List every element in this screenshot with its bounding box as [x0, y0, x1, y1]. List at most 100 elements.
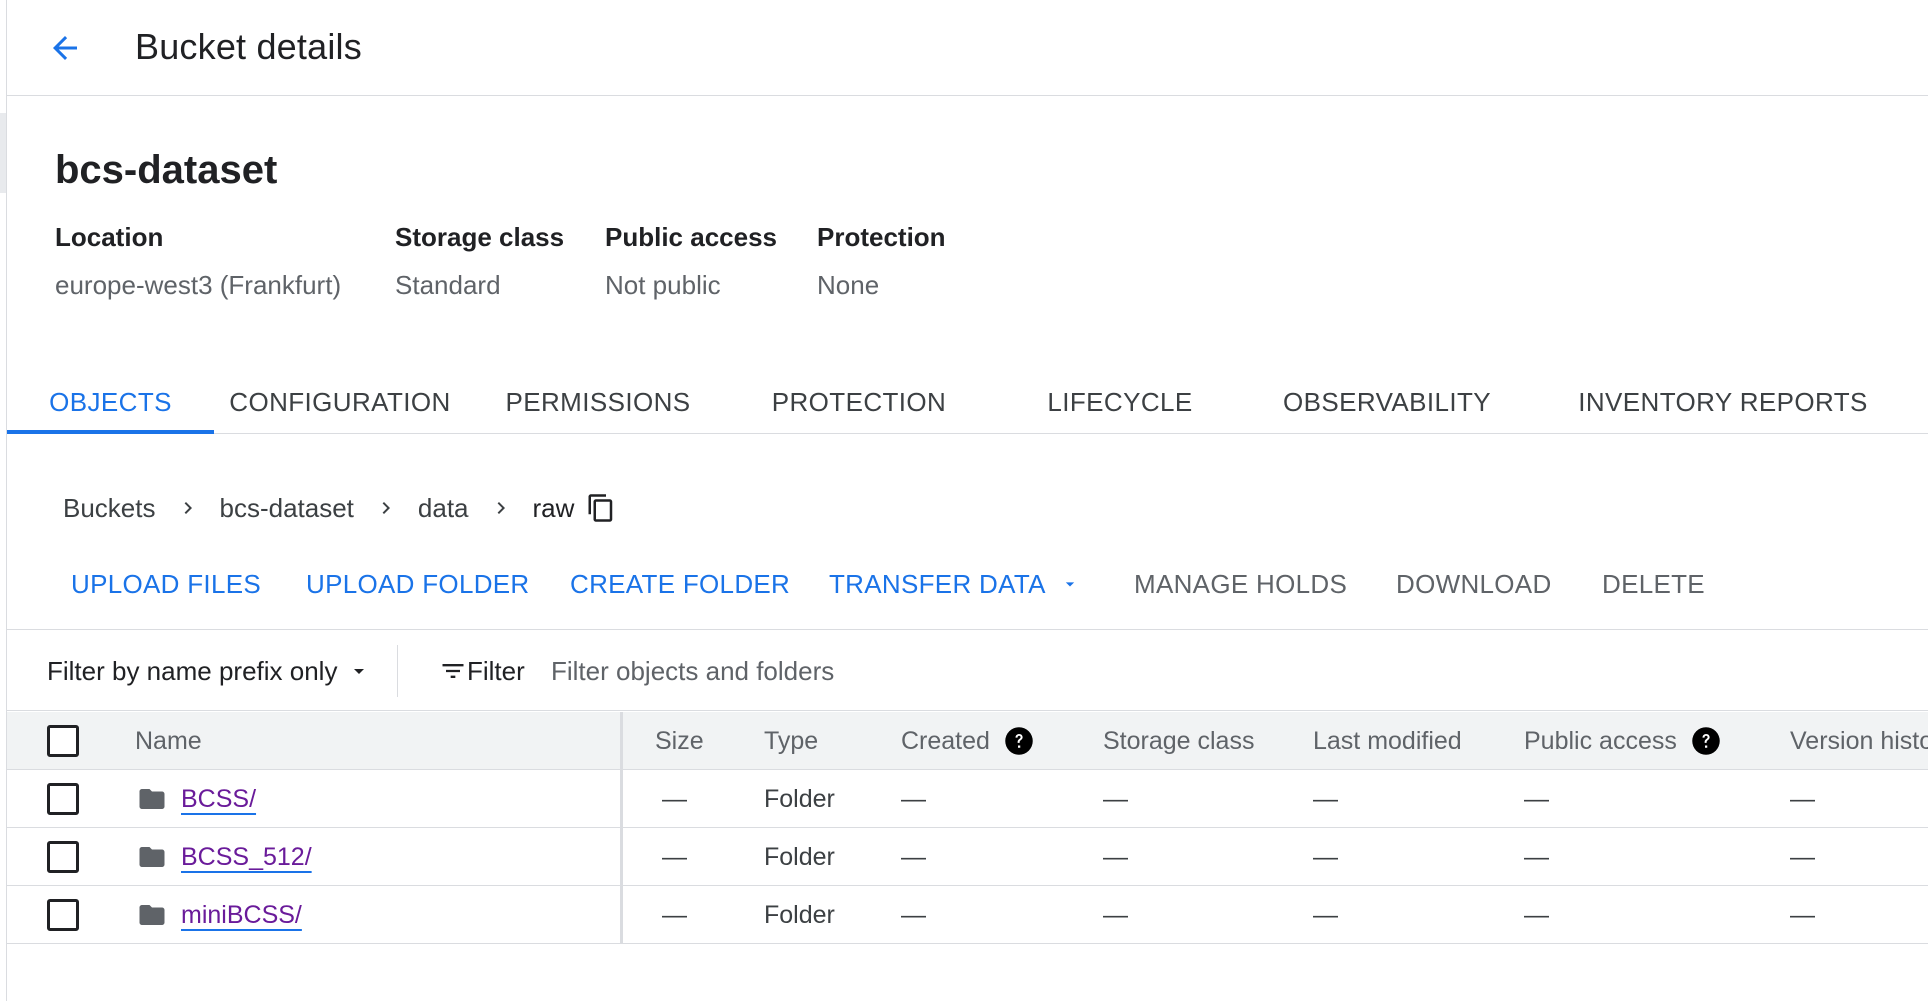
- bucket-details-page: Bucket details bcs-dataset Location euro…: [7, 0, 1928, 1001]
- tab-bar: OBJECTS CONFIGURATION PERMISSIONS PROTEC…: [7, 370, 1928, 434]
- column-header-storage-class[interactable]: Storage class: [1103, 712, 1254, 770]
- tab-inventory-reports[interactable]: INVENTORY REPORTS: [1577, 370, 1869, 434]
- version-history-cell: —: [1790, 900, 1815, 929]
- select-all-checkbox[interactable]: [47, 725, 79, 757]
- arrow-back-icon: [53, 36, 77, 60]
- help-icon[interactable]: [1004, 726, 1034, 756]
- left-nav-rail: [0, 0, 7, 1001]
- meta-public-access: Public access Not public: [605, 222, 777, 301]
- copy-path-button[interactable]: [586, 493, 616, 523]
- table-row[interactable]: BCSS/ — Folder — — — — —: [7, 770, 1928, 828]
- column-header-created[interactable]: Created: [901, 712, 1034, 770]
- meta-storage-class: Storage class Standard: [395, 222, 564, 301]
- type-cell: Folder: [764, 842, 835, 871]
- storage-class-cell: —: [1103, 842, 1128, 871]
- last-modified-cell: —: [1313, 842, 1338, 871]
- back-button[interactable]: [39, 22, 91, 74]
- page-title: Bucket details: [135, 26, 362, 67]
- storage-class-cell: —: [1103, 784, 1128, 813]
- meta-value: europe-west3 (Frankfurt): [55, 270, 342, 300]
- transfer-data-button[interactable]: TRANSFER DATA: [829, 560, 1080, 608]
- filter-button-label: Filter: [467, 655, 525, 686]
- breadcrumb-item-current: raw: [532, 492, 575, 523]
- column-header-created-label: Created: [901, 726, 990, 755]
- manage-holds-button[interactable]: MANAGE HOLDS: [1134, 560, 1347, 608]
- public-access-cell: —: [1524, 842, 1549, 871]
- object-action-bar: UPLOAD FILES UPLOAD FOLDER CREATE FOLDER…: [7, 560, 1928, 630]
- filter-button[interactable]: Filter: [439, 649, 525, 693]
- folder-link[interactable]: miniBCSS/: [181, 901, 302, 930]
- created-cell: —: [901, 842, 926, 871]
- table-header-row: Name Size Type Created Storage class Las…: [7, 712, 1928, 770]
- column-resize-handle[interactable]: [620, 828, 623, 886]
- type-cell: Folder: [764, 900, 835, 929]
- help-icon[interactable]: [1691, 726, 1721, 756]
- column-header-size[interactable]: Size: [655, 712, 704, 770]
- version-history-cell: —: [1790, 784, 1815, 813]
- last-modified-cell: —: [1313, 784, 1338, 813]
- bucket-name: bcs-dataset: [55, 148, 278, 192]
- tab-permissions[interactable]: PERMISSIONS: [506, 370, 691, 434]
- upload-folder-button[interactable]: UPLOAD FOLDER: [306, 560, 530, 608]
- filter-input[interactable]: [551, 647, 1451, 695]
- breadcrumb-item-bucket[interactable]: bcs-dataset: [220, 493, 354, 524]
- row-checkbox[interactable]: [47, 783, 79, 815]
- filter-bar: Filter by name prefix only Filter: [7, 631, 1928, 711]
- column-header-last-modified[interactable]: Last modified: [1313, 712, 1462, 770]
- breadcrumb-item-buckets[interactable]: Buckets: [63, 493, 156, 524]
- left-nav-rail-highlight: [0, 113, 6, 193]
- created-cell: —: [901, 784, 926, 813]
- meta-value: Standard: [395, 270, 501, 300]
- delete-button[interactable]: DELETE: [1602, 560, 1705, 608]
- meta-label: Location: [55, 222, 164, 252]
- row-select-cell: [47, 828, 79, 886]
- row-select-cell: [47, 770, 79, 828]
- breadcrumb-item-data[interactable]: data: [418, 493, 469, 524]
- meta-location: Location europe-west3 (Frankfurt): [55, 222, 341, 301]
- download-button[interactable]: DOWNLOAD: [1396, 560, 1552, 608]
- folder-icon: [137, 842, 167, 872]
- type-cell: Folder: [764, 784, 835, 813]
- public-access-cell: —: [1524, 900, 1549, 929]
- table-row[interactable]: BCSS_512/ — Folder — — — — —: [7, 828, 1928, 886]
- tab-objects[interactable]: OBJECTS: [7, 370, 214, 434]
- active-tab-indicator: [7, 430, 214, 434]
- filter-divider: [397, 645, 398, 697]
- last-modified-cell: —: [1313, 900, 1338, 929]
- tab-observability[interactable]: OBSERVABILITY: [1283, 370, 1491, 434]
- column-header-version-history[interactable]: Version histo: [1790, 712, 1928, 770]
- tab-lifecycle[interactable]: LIFECYCLE: [1030, 370, 1210, 434]
- meta-value: Not public: [605, 270, 721, 300]
- table-row[interactable]: miniBCSS/ — Folder — — — — —: [7, 886, 1928, 944]
- filter-mode-select[interactable]: Filter by name prefix only: [47, 649, 371, 693]
- column-header-public-access-label: Public access: [1524, 726, 1677, 755]
- folder-link[interactable]: BCSS/: [181, 785, 256, 814]
- version-history-cell: —: [1790, 842, 1815, 871]
- copy-icon: [588, 494, 613, 522]
- column-resize-handle[interactable]: [620, 770, 623, 828]
- row-checkbox[interactable]: [47, 841, 79, 873]
- public-access-cell: —: [1524, 784, 1549, 813]
- meta-label: Public access: [605, 222, 777, 252]
- column-header-type[interactable]: Type: [764, 712, 818, 770]
- size-cell: —: [662, 842, 687, 871]
- column-resize-handle[interactable]: [620, 712, 623, 770]
- transfer-data-label: TRANSFER DATA: [829, 568, 1046, 599]
- caret-down-icon: [1060, 574, 1080, 594]
- meta-value: None: [817, 270, 880, 300]
- folder-icon: [137, 900, 167, 930]
- tab-protection[interactable]: PROTECTION: [769, 370, 949, 434]
- meta-label: Protection: [817, 222, 946, 252]
- folder-icon: [137, 784, 167, 814]
- chevron-right-icon: [374, 496, 398, 520]
- tab-configuration[interactable]: CONFIGURATION: [214, 370, 466, 434]
- row-checkbox[interactable]: [47, 899, 79, 931]
- folder-link[interactable]: BCSS_512/: [181, 843, 312, 872]
- create-folder-button[interactable]: CREATE FOLDER: [570, 560, 790, 608]
- created-cell: —: [901, 900, 926, 929]
- column-header-name[interactable]: Name: [135, 712, 202, 770]
- upload-files-button[interactable]: UPLOAD FILES: [71, 560, 261, 608]
- column-resize-handle[interactable]: [620, 886, 623, 944]
- column-header-public-access[interactable]: Public access: [1524, 712, 1721, 770]
- breadcrumb: Buckets bcs-dataset data raw: [63, 488, 616, 528]
